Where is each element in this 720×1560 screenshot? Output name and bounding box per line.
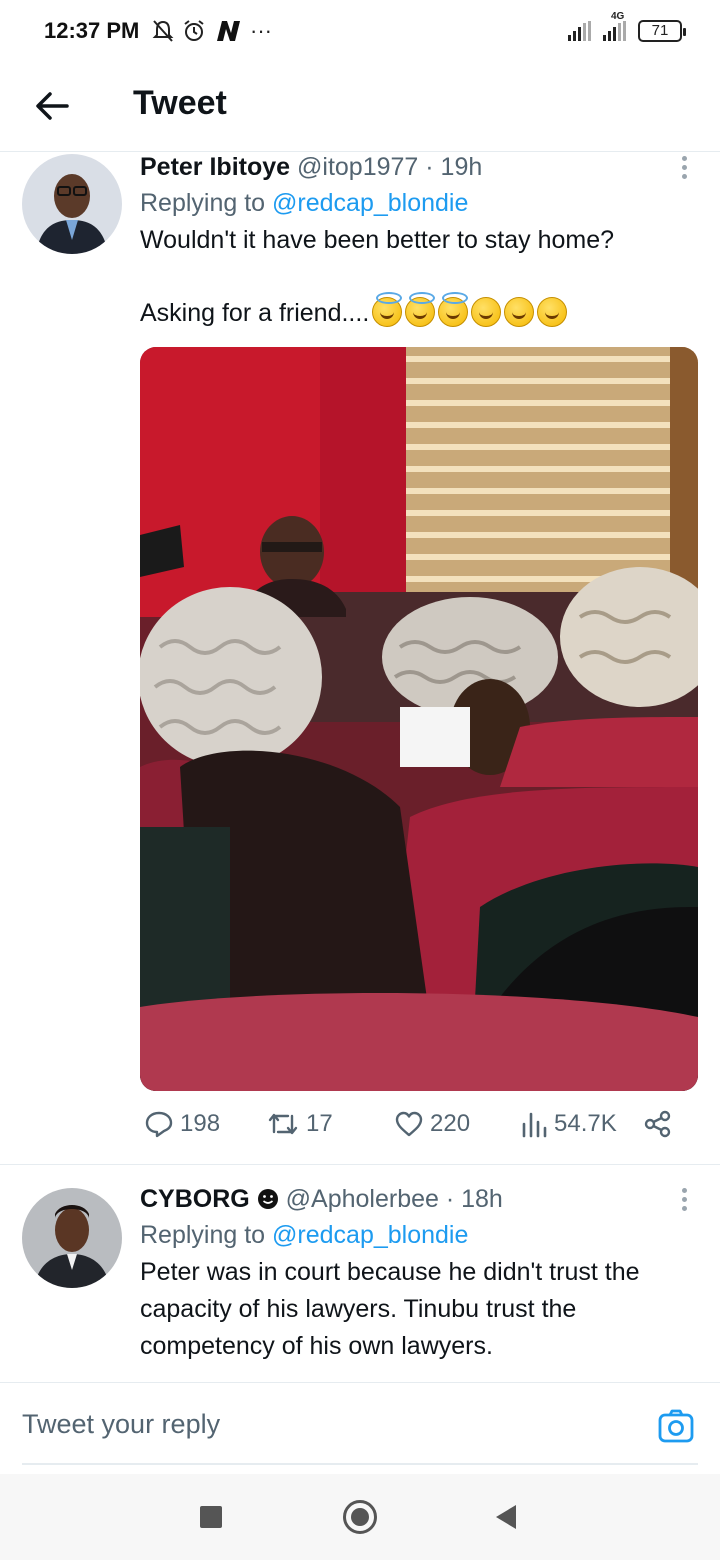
arrow-left-icon: [36, 92, 69, 120]
signal-icon: [568, 21, 591, 41]
n-app-icon: [217, 21, 240, 41]
more-dots-icon: ···: [250, 18, 272, 43]
laughing-emoji-icon: [471, 297, 502, 327]
network-label: 4G: [611, 11, 625, 22]
top-app-bar: Tweet: [0, 64, 720, 152]
replying-to: Replying to @redcap_blondie: [140, 188, 698, 218]
reply-composer: Tweet your reply: [0, 1382, 720, 1474]
like-button[interactable]: 220: [394, 1110, 470, 1138]
tweet-photo[interactable]: [140, 347, 698, 1091]
share-icon: [644, 1110, 671, 1138]
share-button[interactable]: [644, 1110, 672, 1138]
view-count: 54.7K: [554, 1110, 617, 1137]
avatar[interactable]: [22, 154, 122, 254]
comment-icon: [145, 1111, 173, 1138]
home-button[interactable]: [343, 1500, 377, 1534]
reply-underline: [22, 1463, 698, 1465]
status-bar: 12:37 PM ··· 4G 71: [0, 0, 720, 64]
avatar[interactable]: [22, 1188, 122, 1288]
tweet-header: Peter Ibitoye @itop1977 · 19h: [140, 152, 698, 182]
battery-icon: 71: [638, 20, 686, 42]
user-name[interactable]: CYBORG: [140, 1185, 250, 1213]
like-count: 220: [430, 1110, 471, 1137]
mention-link[interactable]: @redcap_blondie: [272, 1221, 468, 1249]
retweet-button[interactable]: 17: [266, 1110, 333, 1138]
smiling-halo-emoji-icon: [405, 292, 436, 327]
mention-link[interactable]: @redcap_blondie: [272, 189, 468, 217]
recent-apps-button[interactable]: [200, 1506, 222, 1528]
laughing-emoji-icon: [537, 297, 568, 327]
status-icons-left: ···: [152, 18, 272, 44]
user-handle: @Apholerbee · 18h: [285, 1185, 503, 1213]
system-nav-bar: [0, 1474, 720, 1560]
tweet-cyborg[interactable]: CYBORG @Apholerbee · 18h Replying to @re…: [0, 1184, 720, 1380]
retweet-icon: [268, 1113, 298, 1135]
reply-button[interactable]: 198: [144, 1110, 220, 1138]
laughing-emoji-icon: [504, 297, 535, 327]
tweet-text-line: Wouldn't it have been better to stay hom…: [140, 226, 615, 254]
smiley-badge-icon: [257, 1189, 278, 1209]
smiling-halo-emoji-icon: [372, 292, 403, 327]
smiling-halo-emoji-icon: [438, 292, 469, 327]
analytics-icon: [522, 1112, 547, 1138]
tweet-text-line-2: Asking for a friend....: [140, 299, 370, 327]
system-back-button[interactable]: [496, 1505, 516, 1529]
reply-input[interactable]: Tweet your reply: [22, 1409, 220, 1440]
views-button[interactable]: 54.7K: [520, 1110, 617, 1138]
camera-icon: [658, 1409, 694, 1443]
reply-count: 198: [180, 1110, 221, 1137]
tweet-text: Wouldn't it have been better to stay hom…: [140, 222, 698, 332]
user-name[interactable]: Peter Ibitoye: [140, 153, 290, 181]
page-title: Tweet: [133, 84, 227, 122]
camera-button[interactable]: [658, 1409, 694, 1443]
tweet-text: Peter was in court because he didn't tru…: [140, 1258, 640, 1360]
replying-to: Replying to @redcap_blondie: [140, 1220, 698, 1250]
replying-label: Replying to: [140, 189, 273, 217]
replying-label: Replying to: [140, 1221, 273, 1249]
signal-4g-icon: 4G: [603, 11, 626, 41]
heart-icon: [395, 1111, 423, 1137]
back-button[interactable]: [30, 84, 74, 128]
retweet-count: 17: [306, 1110, 333, 1137]
divider: [0, 1164, 720, 1165]
tweet-actions: 198 17 220 54.7K: [140, 1110, 680, 1150]
status-time: 12:37 PM: [44, 18, 140, 43]
user-handle: @itop1977 · 19h: [297, 153, 483, 181]
tweet-text-line: Asking for a friend....: [140, 292, 698, 332]
mute-icon: [152, 20, 174, 42]
status-icons-right: 4G 71: [568, 11, 686, 42]
alarm-icon: [184, 20, 204, 41]
tweet-header: CYBORG @Apholerbee · 18h: [140, 1184, 698, 1214]
